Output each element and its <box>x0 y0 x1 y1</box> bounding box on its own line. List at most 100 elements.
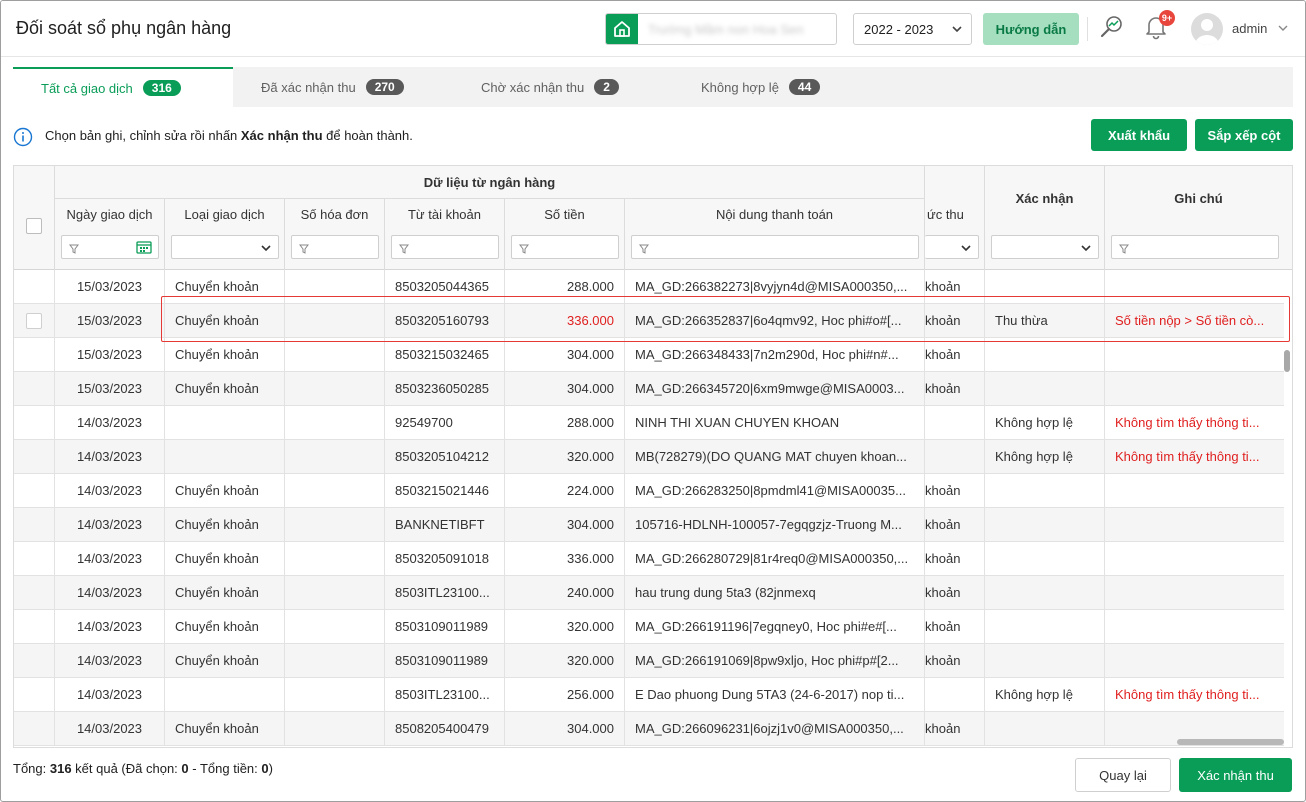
cell-note[interactable] <box>1105 644 1284 678</box>
cell-note[interactable] <box>1105 338 1284 372</box>
avatar[interactable] <box>1191 13 1223 45</box>
cell-note[interactable] <box>1105 474 1284 508</box>
cell-content[interactable]: MA_GD:266345720|6xm9mwge@MISA0003... <box>625 372 925 406</box>
cell-content[interactable]: MA_GD:266191196|7egqney0, Hoc phi#e#[... <box>625 610 925 644</box>
cell-confirm[interactable] <box>985 508 1105 542</box>
cell-content[interactable]: MA_GD:266096231|6ojzj1v0@MISA000350,... <box>625 712 925 746</box>
school-selector[interactable]: Trường Mầm non Hoa Sen <box>605 13 837 45</box>
cell-method[interactable]: khoản <box>925 542 985 576</box>
cell-note[interactable]: Không tìm thấy thông ti... <box>1105 678 1284 712</box>
cell-confirm[interactable] <box>985 338 1105 372</box>
cell-account[interactable]: 92549700 <box>385 406 505 440</box>
cell-type[interactable]: Chuyển khoản <box>165 304 285 338</box>
cell-method[interactable]: khoản <box>925 372 985 406</box>
cell-note[interactable] <box>1105 542 1284 576</box>
table-row[interactable]: 14/03/2023 8503205104212 320.000 MB(728279)… <box>14 440 1284 474</box>
cell-amount[interactable]: 320.000 <box>505 440 625 474</box>
cell-method[interactable]: khoản <box>925 474 985 508</box>
table-row[interactable]: 14/03/2023 8503ITL23100... 256.000 E Dao ph… <box>14 678 1284 712</box>
tab-confirmed[interactable]: Đã xác nhận thu 270 <box>233 67 453 107</box>
cell-date[interactable]: 14/03/2023 <box>55 712 165 746</box>
cell-type[interactable]: Chuyển khoản <box>165 712 285 746</box>
cell-date[interactable]: 14/03/2023 <box>55 644 165 678</box>
cell-account[interactable]: 8503215021446 <box>385 474 505 508</box>
cell-account[interactable]: BANKNETIBFT <box>385 508 505 542</box>
cell-note[interactable] <box>1105 270 1284 304</box>
cell-amount[interactable]: 256.000 <box>505 678 625 712</box>
cell-content[interactable]: 105716-HDLNH-100057-7egqgzjz-Truong M... <box>625 508 925 542</box>
cell-date[interactable]: 14/03/2023 <box>55 542 165 576</box>
cell-type[interactable] <box>165 440 285 474</box>
user-name[interactable]: admin <box>1232 21 1267 36</box>
cell-method[interactable]: khoản <box>925 712 985 746</box>
table-row[interactable]: 15/03/2023 Chuyển khoản 8503236050285 304.0… <box>14 372 1284 406</box>
cell-date[interactable]: 15/03/2023 <box>55 270 165 304</box>
cell-date[interactable]: 14/03/2023 <box>55 610 165 644</box>
cell-type[interactable] <box>165 406 285 440</box>
cell-note[interactable] <box>1105 610 1284 644</box>
confirm-filter-select[interactable] <box>991 235 1099 259</box>
table-row[interactable]: 14/03/2023 92549700 288.000 NINH THI XUAN C… <box>14 406 1284 440</box>
export-button[interactable]: Xuất khẩu <box>1091 119 1187 151</box>
content-filter-input[interactable] <box>631 235 919 259</box>
cell-type[interactable]: Chuyển khoản <box>165 474 285 508</box>
note-filter-input[interactable] <box>1111 235 1279 259</box>
cell-amount[interactable]: 304.000 <box>505 712 625 746</box>
cell-date[interactable]: 15/03/2023 <box>55 304 165 338</box>
cell-type[interactable]: Chuyển khoản <box>165 542 285 576</box>
cell-date[interactable]: 14/03/2023 <box>55 576 165 610</box>
cell-content[interactable]: MA_GD:266352837|6o4qmv92, Hoc phi#o#[... <box>625 304 925 338</box>
confirm-receipt-button[interactable]: Xác nhận thu <box>1179 758 1292 792</box>
cell-amount[interactable]: 336.000 <box>505 304 625 338</box>
cell-note[interactable] <box>1105 508 1284 542</box>
cell-date[interactable]: 14/03/2023 <box>55 678 165 712</box>
cell-date[interactable]: 14/03/2023 <box>55 406 165 440</box>
cell-amount[interactable]: 320.000 <box>505 644 625 678</box>
cell-invoice[interactable] <box>285 372 385 406</box>
account-filter-input[interactable] <box>391 235 499 259</box>
cell-confirm[interactable] <box>985 610 1105 644</box>
cell-account[interactable]: 8503215032465 <box>385 338 505 372</box>
cell-amount[interactable]: 240.000 <box>505 576 625 610</box>
cell-method[interactable]: khoản <box>925 270 985 304</box>
cell-confirm[interactable] <box>985 270 1105 304</box>
user-menu-chevron-icon[interactable] <box>1277 22 1289 37</box>
table-row[interactable]: 14/03/2023 Chuyển khoản 8503215021446 224.0… <box>14 474 1284 508</box>
school-year-select[interactable]: 2022 - 2023 <box>853 13 972 45</box>
cell-method[interactable] <box>925 440 985 474</box>
cell-confirm[interactable] <box>985 474 1105 508</box>
table-row[interactable]: 14/03/2023 Chuyển khoản 8503205091018 336.0… <box>14 542 1284 576</box>
cell-account[interactable]: 8503109011989 <box>385 610 505 644</box>
table-row[interactable]: 14/03/2023 Chuyển khoản 8503ITL23100... 240… <box>14 576 1284 610</box>
cell-date[interactable]: 14/03/2023 <box>55 474 165 508</box>
cell-date[interactable]: 14/03/2023 <box>55 440 165 474</box>
cell-amount[interactable]: 304.000 <box>505 372 625 406</box>
cell-account[interactable]: 8503205104212 <box>385 440 505 474</box>
cell-confirm[interactable]: Không hợp lệ <box>985 678 1105 712</box>
cell-invoice[interactable] <box>285 610 385 644</box>
cell-content[interactable]: NINH THI XUAN CHUYEN KHOAN <box>625 406 925 440</box>
tab-invalid[interactable]: Không hợp lệ 44 <box>673 67 873 107</box>
cell-type[interactable]: Chuyển khoản <box>165 644 285 678</box>
cell-content[interactable]: hau trung dung 5ta3 (82jnmexq <box>625 576 925 610</box>
cell-note[interactable]: Không tìm thấy thông ti... <box>1105 440 1284 474</box>
guide-button[interactable]: Hướng dẫn <box>983 13 1079 45</box>
table-row[interactable]: 15/03/2023 Chuyển khoản 8503215032465 304.0… <box>14 338 1284 372</box>
cell-account[interactable]: 8503ITL23100... <box>385 576 505 610</box>
cell-note[interactable] <box>1105 372 1284 406</box>
cell-account[interactable]: 8503109011989 <box>385 644 505 678</box>
date-filter-input[interactable] <box>61 235 159 259</box>
table-row[interactable]: 14/03/2023 Chuyển khoản 8508205400479 304.0… <box>14 712 1284 746</box>
horizontal-scrollbar[interactable] <box>1177 739 1284 745</box>
cell-content[interactable]: MA_GD:266280729|81r4req0@MISA000350,... <box>625 542 925 576</box>
cell-invoice[interactable] <box>285 576 385 610</box>
cell-note[interactable] <box>1105 576 1284 610</box>
back-button[interactable]: Quay lại <box>1075 758 1171 792</box>
cell-amount[interactable]: 224.000 <box>505 474 625 508</box>
cell-type[interactable]: Chuyển khoản <box>165 508 285 542</box>
cell-confirm[interactable] <box>985 372 1105 406</box>
cell-content[interactable]: MA_GD:266382273|8vyjyn4d@MISA000350,... <box>625 270 925 304</box>
cell-method[interactable]: khoản <box>925 610 985 644</box>
cell-note[interactable]: Không tìm thấy thông ti... <box>1105 406 1284 440</box>
cell-invoice[interactable] <box>285 508 385 542</box>
